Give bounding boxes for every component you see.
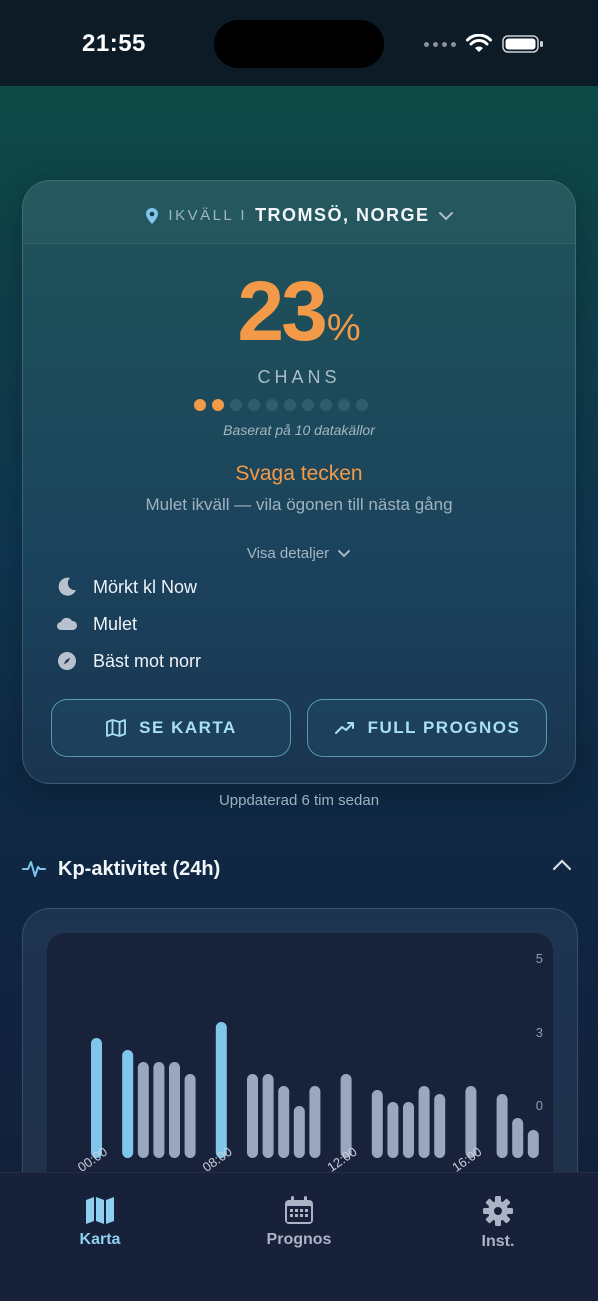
gear-icon [483,1196,513,1226]
trend-icon [334,722,354,734]
kp-bar [387,1102,399,1158]
source-pip-active [212,399,224,411]
source-pip-active [194,399,206,411]
tab-prognos[interactable]: Prognos [239,1195,359,1249]
full-forecast-label: FULL PROGNOS [367,718,521,737]
tab-label: Prognos [266,1231,332,1248]
kp-chart-card: 5 3 0 00:00 08:00 12:00 16:00 [22,908,578,1210]
chance-number: 23 [237,264,327,358]
kp-bar [91,1038,102,1158]
source-pip-inactive [266,399,278,411]
see-map-label: SE KARTA [139,718,237,737]
aurora-forecast-card: IKVÄLL I TROMSÖ, NORGE 23% CHANS Baserat… [22,180,576,784]
condition-label: Mörkt kl Now [93,576,198,597]
source-pip-inactive [320,399,332,411]
kp-bar [309,1086,321,1158]
cellular-signal-icon [424,41,456,47]
location-header[interactable]: IKVÄLL I TROMSÖ, NORGE [23,181,575,244]
kp-bar [137,1062,149,1158]
map-icon [106,719,127,737]
see-map-button[interactable]: SE KARTA [51,699,291,757]
details-toggle-label: Visa detaljer [246,545,330,562]
condition-clouds: Mulet [55,612,137,636]
kp-bar [527,1130,539,1158]
battery-icon [502,35,543,53]
kp-bar [496,1094,508,1158]
condition-label: Mulet [93,613,138,634]
source-indicator [194,399,368,411]
kp-section-title: Kp-aktivitet (24h) [58,857,221,880]
wifi-icon [466,34,492,52]
location-pin-icon [146,207,159,224]
source-pip-inactive [356,399,368,411]
tab-karta[interactable]: Karta [40,1195,160,1249]
source-pip-inactive [302,399,314,411]
source-pip-inactive [338,399,350,411]
source-pip-inactive [230,399,242,411]
kp-bar [278,1086,290,1158]
signal-description: Mulet ikväll — vila ögonen till nästa gå… [145,495,453,514]
kp-bar [169,1062,180,1158]
y-tick-label: 3 [536,1025,543,1040]
kp-bar [418,1086,430,1158]
kp-bar [184,1074,196,1158]
y-tick-label: 5 [536,951,543,966]
kp-bar [512,1118,524,1158]
location-selector[interactable]: IKVÄLL I TROMSÖ, NORGE [23,205,575,226]
compass-icon [58,652,76,670]
kp-section-header[interactable]: Kp-aktivitet (24h) [22,854,576,884]
updated-timestamp: Uppdaterad 6 tim sedan [218,792,380,809]
chance-unit: % [326,307,361,349]
condition-label: Bäst mot norr [93,650,202,671]
location-prefix: IKVÄLL I [168,207,248,224]
tab-bar: Karta Prognos Inst. [0,1172,598,1301]
status-time: 21:55 [82,30,146,57]
details-toggle[interactable]: Visa detaljer [23,545,575,562]
signal-title: Svaga tecken [235,462,363,485]
tab-label: Karta [79,1231,121,1248]
kp-bar [403,1102,414,1158]
tab-inst[interactable]: Inst. [438,1195,558,1251]
kp-bar [215,1022,227,1158]
chevron-down-icon [338,549,351,557]
y-tick-label: 0 [536,1098,543,1113]
kp-bar [247,1074,258,1158]
map-icon [86,1197,114,1224]
basis-text: Baserat på 10 datakällor [223,422,375,438]
dynamic-island [214,20,384,68]
source-pip-inactive [248,399,260,411]
tab-label: Inst. [481,1233,515,1250]
kp-bar [122,1050,134,1158]
condition-direction: Bäst mot norr [55,649,201,673]
activity-pulse-icon [22,861,46,877]
source-pip-inactive [284,399,296,411]
kp-bar [371,1090,383,1158]
chance-label: CHANS [257,367,341,387]
kp-bar [293,1106,305,1158]
kp-bar [153,1062,165,1158]
kp-bar [434,1094,446,1158]
condition-darkness: Mörkt kl Now [55,575,197,599]
chevron-down-icon [438,211,453,220]
calendar-icon [285,1196,313,1224]
status-icons [424,34,544,54]
location-name: TROMSÖ, NORGE [255,205,430,225]
moon-icon [58,577,76,596]
kp-chart: 5 3 0 00:00 08:00 12:00 16:00 [47,933,553,1193]
kp-bar [262,1074,274,1158]
status-bar: 21:55 [0,0,598,86]
cloud-icon [57,617,78,630]
aurora-chance-value: 23% [23,263,575,360]
kp-bar-chart: 53000:00 08:00 12:00 16:00 [75,951,543,1173]
chevron-up-icon[interactable] [552,858,572,872]
full-forecast-button[interactable]: FULL PROGNOS [307,699,547,757]
